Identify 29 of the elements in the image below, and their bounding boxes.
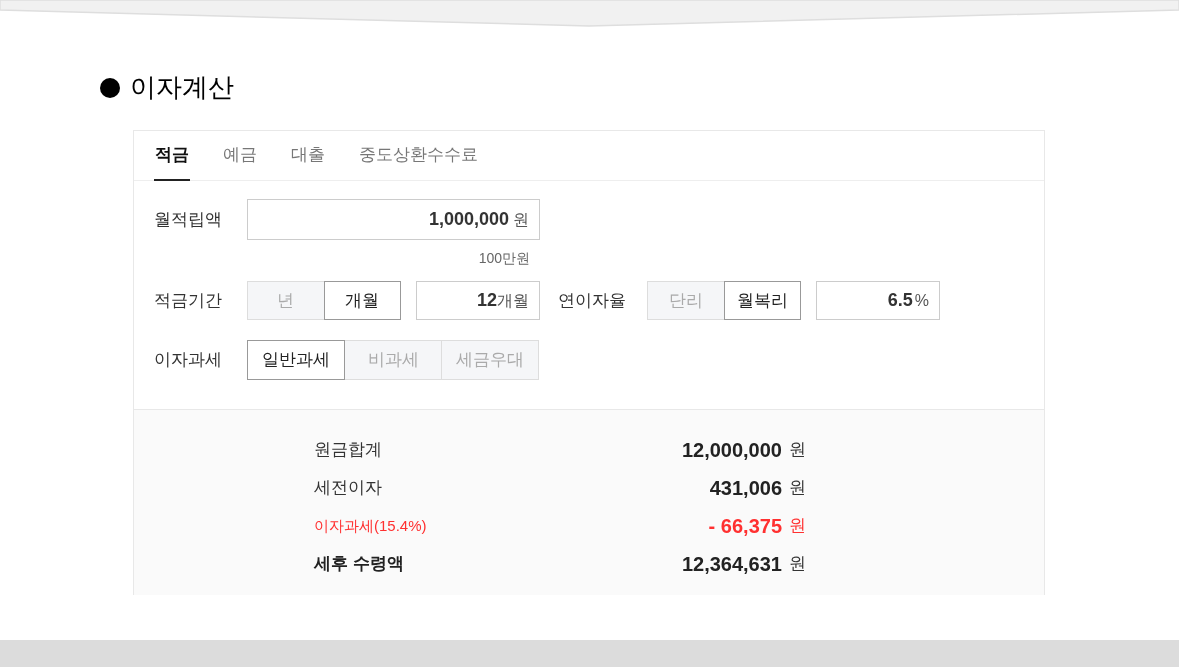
option-toggle[interactable]: 개월 [323,281,401,320]
result-label: 세전이자 [314,477,382,500]
currency-unit: 원 [789,553,806,576]
field-label: 적금기간 [154,289,223,312]
option-toggle[interactable]: 월복리 [723,281,801,320]
result-value: 431,006 [709,476,782,501]
period-field[interactable]: 12개월 [416,281,540,320]
tab[interactable]: 적금 [154,131,190,181]
currency-unit: 원 [789,439,806,462]
result-value: - 66,375 [708,514,782,539]
amount-hint: 100만원 [478,249,530,268]
tab[interactable]: 예금 [222,131,258,181]
field-label: 연이자율 [558,289,627,312]
result-label: 원금합계 [314,439,382,462]
tab[interactable]: 대출 [290,131,326,181]
amount-field[interactable]: 1,000,000 원 [247,199,540,240]
currency-unit: 원 [789,515,806,538]
result-value: 12,364,631 [681,552,782,577]
tab[interactable]: 중도상환수수료 [358,131,479,181]
field-label: 이자과세 [154,349,223,372]
field-label: 월적립액 [154,208,223,231]
bullet-icon [100,77,120,98]
rate-field[interactable]: 6.5% [816,281,940,320]
result-label: 이자과세(15.4%) [314,515,427,536]
result-value: 12,000,000 [681,438,782,463]
result-label: 세후 수령액 [314,553,404,576]
currency-unit: 원 [789,477,806,500]
section-title: 이자계산 [130,71,234,104]
option-toggle[interactable]: 일반과세 [247,340,345,380]
